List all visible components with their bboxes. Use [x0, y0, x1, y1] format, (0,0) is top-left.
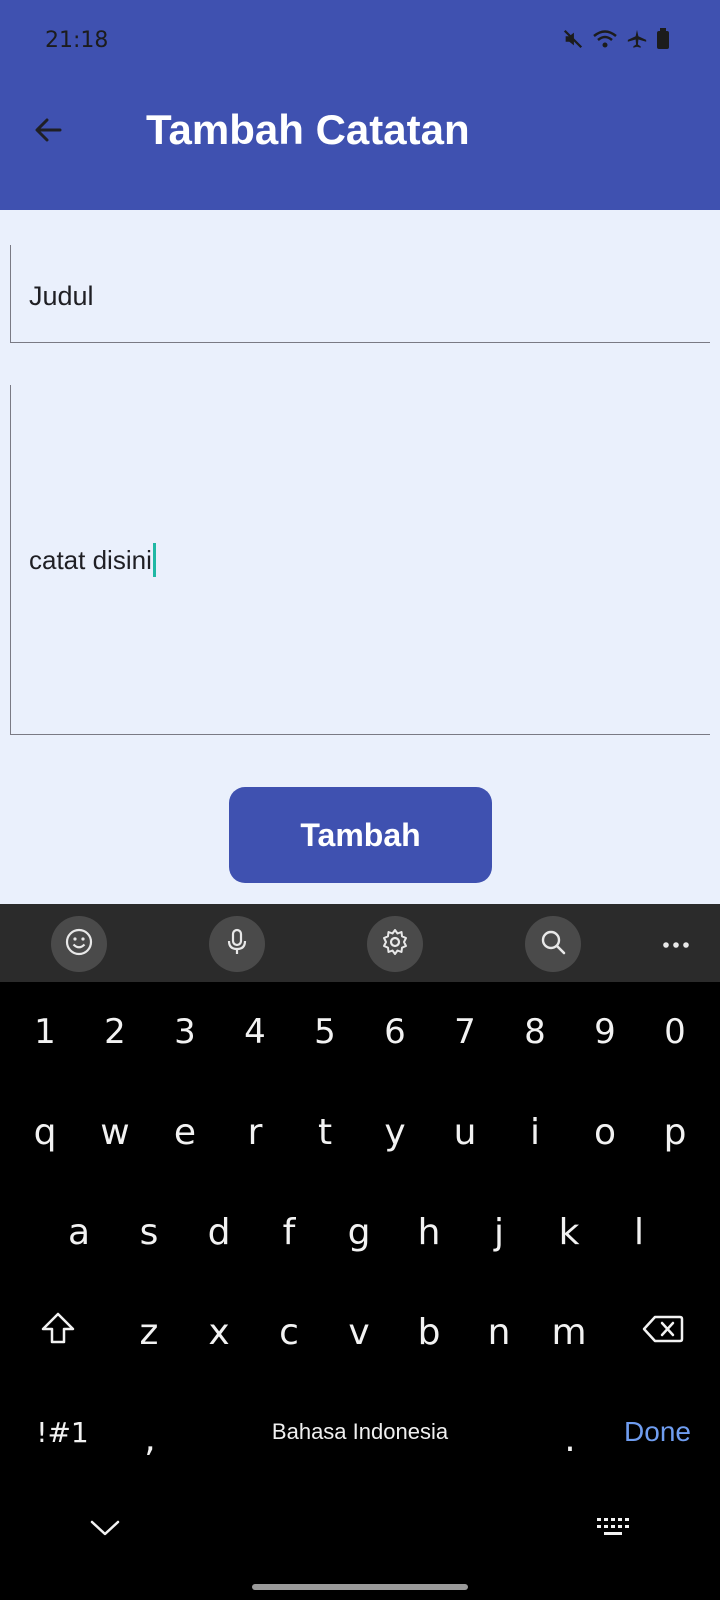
keyboard-nav-row — [0, 1486, 720, 1566]
comma-key[interactable]: , — [115, 1382, 185, 1482]
title-input[interactable]: Judul — [10, 245, 710, 343]
keyboard-search-button[interactable] — [525, 916, 581, 972]
key-1[interactable]: 1 — [10, 982, 80, 1082]
add-button[interactable]: Tambah — [229, 787, 492, 883]
space-key[interactable]: Bahasa Indonesia — [185, 1382, 535, 1482]
key-v[interactable]: v — [324, 1282, 394, 1382]
backspace-key[interactable] — [615, 1282, 710, 1382]
backspace-icon — [642, 1312, 684, 1353]
switch-keyboard-button[interactable] — [578, 1486, 648, 1566]
arrow-back-icon — [32, 114, 64, 150]
note-input-value: catat disini — [29, 543, 156, 577]
key-r[interactable]: r — [220, 1082, 290, 1182]
gesture-nav-handle[interactable] — [252, 1584, 468, 1590]
keyboard-row-3: z x c v b n m — [0, 1282, 720, 1382]
symbols-key[interactable]: !#1 — [10, 1382, 115, 1482]
key-m[interactable]: m — [534, 1282, 604, 1382]
keyboard-row-bottom: !#1 , Bahasa Indonesia . Done — [0, 1382, 720, 1482]
airplane-icon — [626, 28, 648, 50]
soft-keyboard: 1 2 3 4 5 6 7 8 9 0 q w e r t y u i o p … — [0, 982, 720, 1600]
battery-icon — [656, 28, 670, 50]
key-b[interactable]: b — [394, 1282, 464, 1382]
key-s[interactable]: s — [114, 1182, 184, 1282]
keyboard-row-2: a s d f g h j k l — [0, 1182, 720, 1282]
page-title: Tambah Catatan — [146, 106, 470, 153]
keyboard-row-numbers: 1 2 3 4 5 6 7 8 9 0 — [0, 982, 720, 1082]
app-bar: Tambah Catatan — [0, 82, 720, 210]
voice-input-button[interactable] — [209, 916, 265, 972]
keyboard-row-1: q w e r t y u i o p — [0, 1082, 720, 1182]
emoji-icon — [64, 927, 94, 961]
shift-icon — [40, 1311, 76, 1354]
emoji-button[interactable] — [51, 916, 107, 972]
key-g[interactable]: g — [324, 1182, 394, 1282]
key-6[interactable]: 6 — [360, 982, 430, 1082]
key-j[interactable]: j — [464, 1182, 534, 1282]
key-f[interactable]: f — [254, 1182, 324, 1282]
key-x[interactable]: x — [184, 1282, 254, 1382]
done-key[interactable]: Done — [605, 1382, 710, 1482]
key-e[interactable]: e — [150, 1082, 220, 1182]
key-h[interactable]: h — [394, 1182, 464, 1282]
key-7[interactable]: 7 — [430, 982, 500, 1082]
space-key-label: Bahasa Indonesia — [271, 1419, 449, 1444]
note-input[interactable]: catat disini — [10, 385, 710, 735]
period-key[interactable]: . — [535, 1382, 605, 1482]
mute-icon — [562, 28, 584, 50]
hide-keyboard-button[interactable] — [70, 1486, 140, 1566]
key-8[interactable]: 8 — [500, 982, 570, 1082]
status-time: 21:18 — [45, 28, 109, 53]
keyboard-settings-button[interactable] — [367, 916, 423, 972]
keyboard-more-button[interactable] — [648, 916, 704, 972]
key-p[interactable]: p — [640, 1082, 710, 1182]
key-l[interactable]: l — [604, 1182, 674, 1282]
keyboard-icon — [595, 1506, 631, 1547]
key-3[interactable]: 3 — [150, 982, 220, 1082]
key-u[interactable]: u — [430, 1082, 500, 1182]
keyboard-toolbar — [0, 904, 720, 982]
key-o[interactable]: o — [570, 1082, 640, 1182]
status-icons — [562, 28, 670, 50]
key-5[interactable]: 5 — [290, 982, 360, 1082]
text-caret — [152, 543, 156, 577]
settings-icon — [380, 927, 410, 961]
key-q[interactable]: q — [10, 1082, 80, 1182]
key-2[interactable]: 2 — [80, 982, 150, 1082]
key-a[interactable]: a — [44, 1182, 114, 1282]
done-key-label: Done — [624, 1416, 691, 1447]
key-4[interactable]: 4 — [220, 982, 290, 1082]
key-k[interactable]: k — [534, 1182, 604, 1282]
key-t[interactable]: t — [290, 1082, 360, 1182]
more-icon — [661, 935, 691, 954]
search-icon — [538, 927, 568, 961]
title-input-value: Judul — [29, 281, 94, 311]
key-z[interactable]: z — [114, 1282, 184, 1382]
shift-key[interactable] — [10, 1282, 105, 1382]
wifi-icon — [592, 28, 618, 50]
status-bar: 21:18 — [0, 0, 720, 82]
back-button[interactable] — [24, 108, 72, 156]
key-0[interactable]: 0 — [640, 982, 710, 1082]
key-y[interactable]: y — [360, 1082, 430, 1182]
key-n[interactable]: n — [464, 1282, 534, 1382]
key-9[interactable]: 9 — [570, 982, 640, 1082]
key-w[interactable]: w — [80, 1082, 150, 1182]
key-d[interactable]: d — [184, 1182, 254, 1282]
key-i[interactable]: i — [500, 1082, 570, 1182]
form-area: Judul catat disini Tambah — [0, 210, 720, 904]
key-c[interactable]: c — [254, 1282, 324, 1382]
microphone-icon — [222, 927, 252, 961]
chevron-down-icon — [89, 1506, 121, 1547]
